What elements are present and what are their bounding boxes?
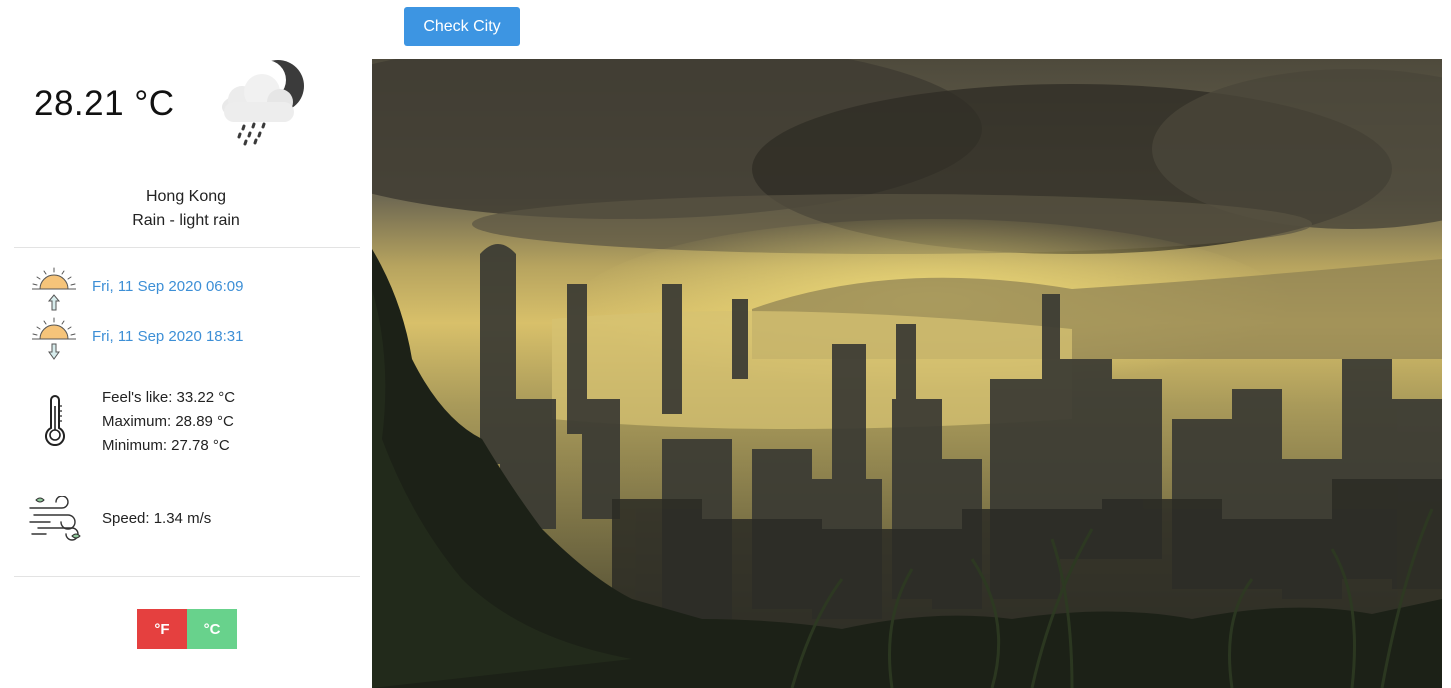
divider (14, 576, 360, 577)
weather-description: Rain - light rain (132, 212, 240, 229)
sunrise-icon (32, 267, 76, 311)
top-bar: Check City (372, 0, 1451, 59)
wind-row: Speed: 1.34 m/s (28, 496, 348, 544)
sunrise-row: Fri, 11 Sep 2020 06:09 (28, 265, 348, 311)
celsius-button[interactable]: °C (187, 609, 237, 649)
city-skyline-photo (372, 59, 1442, 688)
skyline-illustration (372, 59, 1442, 688)
city-name: Hong Kong (145, 188, 227, 205)
maximum-temp-text: Maximum: 28.89 °C (102, 413, 234, 430)
wind-speed-text: Speed: 1.34 m/s (102, 510, 212, 527)
minimum-temp-text: Minimum: 27.78 °C (102, 437, 230, 454)
location-block: Hong Kong Rain - light rain (0, 185, 372, 233)
sunrise-time: Fri, 11 Sep 2020 06:09 (92, 278, 244, 295)
weather-sidebar: 28.21 °C Hong Kong Rain - light rain Fri… (0, 0, 372, 688)
wind-icon (29, 496, 81, 541)
unit-toggle: °F °C (137, 609, 237, 649)
fahrenheit-button[interactable]: °F (137, 609, 187, 649)
sunset-row: Fri, 11 Sep 2020 18:31 (28, 315, 348, 360)
sunset-icon (32, 317, 76, 360)
current-temperature: 28.21 °C (34, 84, 175, 123)
temperature-detail-list: Feel's like: 33.22 °C Maximum: 28.89 °C … (102, 386, 235, 458)
cloud-moon-rain-icon (222, 60, 304, 146)
feels-like-text: Feel's like: 33.22 °C (102, 389, 236, 406)
sunset-time: Fri, 11 Sep 2020 18:31 (92, 328, 244, 345)
check-city-button[interactable]: Check City (404, 7, 520, 46)
divider (14, 247, 360, 248)
temperature-details: Feel's like: 33.22 °C Maximum: 28.89 °C … (28, 384, 348, 464)
current-weather: 28.21 °C (0, 56, 372, 156)
thermometer-icon (45, 395, 65, 446)
